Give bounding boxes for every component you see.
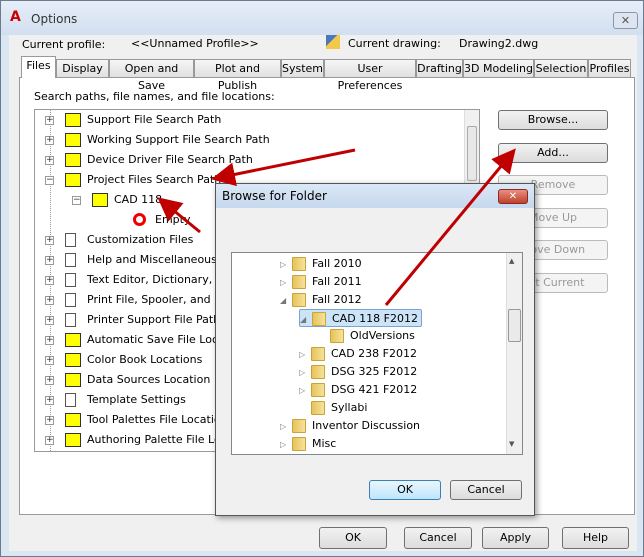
arrow-to-add-button: [384, 148, 516, 306]
arrow-to-project-files: [211, 148, 356, 187]
annotation-arrows: [157, 148, 516, 306]
arrow-to-cad-118: [157, 197, 201, 234]
